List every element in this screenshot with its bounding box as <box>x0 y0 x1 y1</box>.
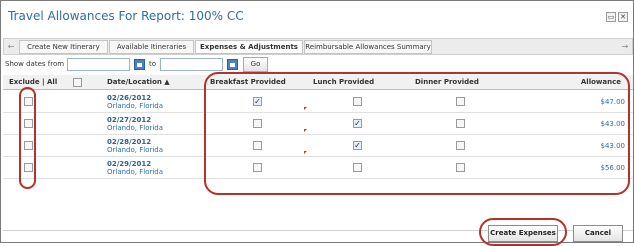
row-allowance: $43.00 <box>600 120 626 128</box>
dinner-provided-checkbox[interactable] <box>456 119 465 128</box>
date-filter-bar: Show dates from to Go <box>3 57 633 73</box>
breakfast-provided-header: Breakfast Provided <box>210 78 286 86</box>
breakfast-provided-checkbox[interactable] <box>253 119 262 128</box>
row-location: Orlando, Florida <box>107 124 164 132</box>
row-date[interactable]: 02/27/2012 <box>107 116 151 124</box>
tab-scroll-right-icon[interactable]: → <box>618 39 632 54</box>
row-date[interactable]: 02/29/2012 <box>107 160 151 168</box>
exclude-checkbox[interactable] <box>24 141 33 150</box>
row-location: Orlando, Florida <box>107 146 164 154</box>
dinner-provided-checkbox[interactable] <box>456 141 465 150</box>
title-bar: Travel Allowances For Report: 100% CC ▭ … <box>2 2 632 31</box>
allowance-header: Allowance <box>580 78 621 86</box>
row-allowance: $47.00 <box>600 98 626 106</box>
dinner-provided-checkbox[interactable] <box>456 163 465 172</box>
table-row: 02/28/2012 Orlando, Florida ✓ $43.00 <box>3 135 633 157</box>
date-location-header[interactable]: Date/Location ▲ <box>107 78 170 86</box>
row-allowance: $56.00 <box>600 164 626 172</box>
tab-scroll-left-icon[interactable]: ← <box>4 39 18 54</box>
dinner-provided-header: Dinner Provided <box>415 78 479 86</box>
exclude-all-header[interactable]: Exclude | All <box>9 78 57 86</box>
breakfast-provided-checkbox[interactable] <box>253 141 262 150</box>
date-from-input[interactable] <box>67 58 130 71</box>
go-button[interactable]: Go <box>243 57 268 72</box>
exclude-all-checkbox[interactable] <box>73 78 82 87</box>
breakfast-provided-checkbox[interactable] <box>253 163 262 172</box>
tab-create-new-itinerary[interactable]: Create New Itinerary <box>19 40 108 54</box>
table-row: 02/29/2012 Orlando, Florida $56.00 <box>3 157 633 179</box>
modified-cell-marker <box>304 107 307 110</box>
tab-reimbursable-allowances-summary[interactable]: Reimbursable Allowances Summary <box>304 40 432 54</box>
create-expenses-button[interactable]: Create Expenses <box>488 225 558 242</box>
lunch-provided-checkbox[interactable]: ✓ <box>353 141 362 150</box>
show-dates-from-label: Show dates from <box>5 60 65 68</box>
row-date[interactable]: 02/26/2012 <box>107 94 151 102</box>
calendar-icon[interactable] <box>134 59 145 70</box>
exclude-checkbox[interactable] <box>24 163 33 172</box>
travel-allowances-dialog: Travel Allowances For Report: 100% CC ▭ … <box>0 0 634 246</box>
breakfast-provided-checkbox[interactable]: ✓ <box>253 97 262 106</box>
modified-cell-marker <box>304 129 307 132</box>
close-icon[interactable]: ✕ <box>618 12 628 22</box>
modified-cell-marker <box>304 151 307 154</box>
to-label: to <box>149 60 157 68</box>
date-to-input[interactable] <box>160 58 223 71</box>
calendar-icon[interactable] <box>227 59 238 70</box>
maximize-icon[interactable]: ▭ <box>606 12 616 22</box>
tab-available-itineraries[interactable]: Available Itineraries <box>109 40 194 54</box>
table-row: 02/27/2012 Orlando, Florida ✓ $43.00 <box>3 113 633 135</box>
cancel-button[interactable]: Cancel <box>573 225 623 242</box>
row-location: Orlando, Florida <box>107 168 164 176</box>
allowances-table: Exclude | All Date/Location ▲ Breakfast … <box>3 75 633 231</box>
dinner-provided-checkbox[interactable] <box>456 97 465 106</box>
table-row: 02/26/2012 Orlando, Florida ✓ $47.00 <box>3 91 633 113</box>
row-allowance: $43.00 <box>600 142 626 150</box>
lunch-provided-header: Lunch Provided <box>313 78 375 86</box>
row-date[interactable]: 02/28/2012 <box>107 138 151 146</box>
lunch-provided-checkbox[interactable] <box>353 97 362 106</box>
table-empty-area <box>3 179 633 231</box>
exclude-checkbox[interactable] <box>24 119 33 128</box>
lunch-provided-checkbox[interactable] <box>353 163 362 172</box>
tab-expenses-adjustments[interactable]: Expenses & Adjustments <box>195 40 303 54</box>
row-location: Orlando, Florida <box>107 102 164 110</box>
table-header: Exclude | All Date/Location ▲ Breakfast … <box>3 75 633 90</box>
lunch-provided-checkbox[interactable]: ✓ <box>353 119 362 128</box>
exclude-checkbox[interactable] <box>24 97 33 106</box>
window-buttons: ▭ ✕ <box>606 12 628 22</box>
tab-bar: ← Create New Itinerary Available Itinera… <box>3 38 633 55</box>
dialog-title: Travel Allowances For Report: 100% CC <box>8 9 244 23</box>
